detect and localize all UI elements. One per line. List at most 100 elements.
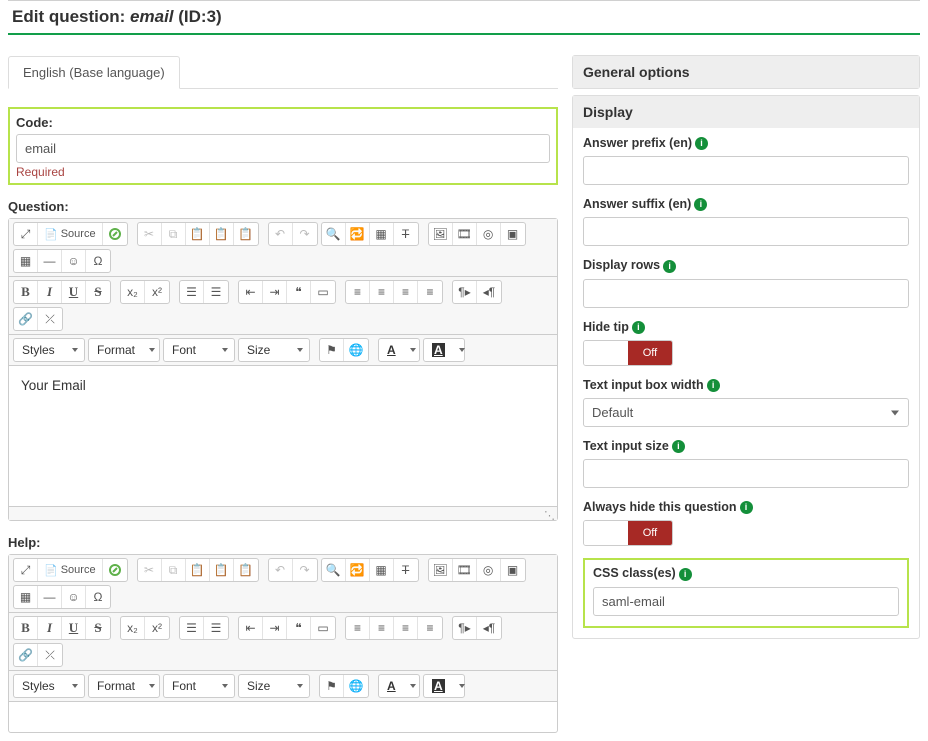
panel-head-general[interactable]: General options	[573, 56, 919, 88]
table-icon[interactable]: ▦	[14, 586, 38, 608]
blockquote-icon[interactable]: ❝	[287, 617, 311, 639]
outdent-icon[interactable]: ⇤	[239, 617, 263, 639]
unlink-icon[interactable]: ⤫	[38, 644, 62, 666]
code-input[interactable]	[16, 134, 550, 163]
blockquote-icon[interactable]: ❝	[287, 281, 311, 303]
bullist-icon[interactable]: ☰	[204, 617, 228, 639]
paste-icon[interactable]: 📋	[186, 223, 210, 245]
indent-icon[interactable]: ⇥	[263, 617, 287, 639]
undo-icon[interactable]: ↶	[269, 559, 293, 581]
outdent-icon[interactable]: ⇤	[239, 281, 263, 303]
paste-word-icon[interactable]: 📋	[234, 223, 258, 245]
video-icon[interactable]: 🎞	[453, 223, 477, 245]
css-class-input[interactable]	[593, 587, 899, 616]
bold-icon[interactable]: B	[14, 281, 38, 303]
source-button[interactable]: 📄Source	[38, 559, 103, 581]
replace-icon[interactable]: 🔁	[346, 223, 370, 245]
undo-icon[interactable]: ↶	[269, 223, 293, 245]
panel-head-display[interactable]: Display	[573, 96, 919, 128]
maximize-icon[interactable]: ⤢	[14, 559, 38, 581]
paste-text-icon[interactable]: 📋	[210, 559, 234, 581]
size-dropdown[interactable]: Size	[238, 338, 310, 362]
paste-icon[interactable]: 📋	[186, 559, 210, 581]
copy-icon[interactable]: ⧉	[162, 559, 186, 581]
removeformat-icon[interactable]: T	[394, 223, 418, 245]
redo-icon[interactable]: ↷	[293, 559, 317, 581]
align-left-icon[interactable]: ≡	[346, 617, 370, 639]
table-icon[interactable]: ▦	[14, 250, 38, 272]
copy-icon[interactable]: ⧉	[162, 223, 186, 245]
replace-icon[interactable]: 🔁	[346, 559, 370, 581]
cut-icon[interactable]: ✂	[138, 223, 162, 245]
align-left-icon[interactable]: ≡	[346, 281, 370, 303]
indent-icon[interactable]: ⇥	[263, 281, 287, 303]
strike-icon[interactable]: S	[86, 617, 110, 639]
removeformat-icon[interactable]: T	[394, 559, 418, 581]
embed-icon[interactable]: ◎	[477, 223, 501, 245]
align-justify-icon[interactable]: ≡	[418, 281, 442, 303]
info-icon[interactable]: i	[679, 568, 692, 581]
specialchar-icon[interactable]: Ω	[86, 250, 110, 272]
paste-text-icon[interactable]: 📋	[210, 223, 234, 245]
bgcolor-dropdown[interactable]: A	[423, 338, 465, 362]
strike-icon[interactable]: S	[86, 281, 110, 303]
superscript-icon[interactable]: x²	[145, 617, 169, 639]
hide-tip-toggle[interactable]: Off	[583, 340, 673, 366]
image-icon[interactable]: 🖼	[429, 559, 453, 581]
globe-icon[interactable]: 🌐	[344, 339, 368, 361]
cut-icon[interactable]: ✂	[138, 559, 162, 581]
format-dropdown[interactable]: Format	[88, 674, 160, 698]
font-dropdown[interactable]: Font	[163, 338, 235, 362]
link-icon[interactable]: 🔗	[14, 308, 38, 330]
answer-prefix-input[interactable]	[583, 156, 909, 185]
bgcolor-dropdown[interactable]: A	[423, 674, 465, 698]
globe-icon[interactable]: 🌐	[344, 675, 368, 697]
div-icon[interactable]: ▭	[311, 617, 335, 639]
numlist-icon[interactable]: ☰	[180, 617, 204, 639]
embed-icon[interactable]: ◎	[477, 559, 501, 581]
selectall-icon[interactable]: ▦	[370, 559, 394, 581]
lime-icon[interactable]	[103, 223, 127, 245]
toggle-off[interactable]: Off	[628, 521, 672, 545]
paste-word-icon[interactable]: 📋	[234, 559, 258, 581]
find-icon[interactable]: 🔍	[322, 223, 346, 245]
text-input-width-select[interactable]: Default	[583, 398, 909, 427]
flag-icon[interactable]: ⚑	[320, 675, 344, 697]
superscript-icon[interactable]: x²	[145, 281, 169, 303]
info-icon[interactable]: i	[740, 501, 753, 514]
subscript-icon[interactable]: x₂	[121, 617, 145, 639]
align-center-icon[interactable]: ≡	[370, 281, 394, 303]
iframe-icon[interactable]: ▣	[501, 559, 525, 581]
lime-icon[interactable]	[103, 559, 127, 581]
redo-icon[interactable]: ↷	[293, 223, 317, 245]
rtl-icon[interactable]: ◂¶	[477, 281, 501, 303]
selectall-icon[interactable]: ▦	[370, 223, 394, 245]
styles-dropdown[interactable]: Styles	[13, 674, 85, 698]
info-icon[interactable]: i	[632, 321, 645, 334]
hr-icon[interactable]: —	[38, 250, 62, 272]
answer-suffix-input[interactable]	[583, 217, 909, 246]
textcolor-dropdown[interactable]: A	[378, 338, 420, 362]
iframe-icon[interactable]: ▣	[501, 223, 525, 245]
textcolor-dropdown[interactable]: A	[378, 674, 420, 698]
unlink-icon[interactable]: ⤫	[38, 308, 62, 330]
specialchar-icon[interactable]: Ω	[86, 586, 110, 608]
underline-icon[interactable]: U	[62, 281, 86, 303]
toggle-off[interactable]: Off	[628, 341, 672, 365]
font-dropdown[interactable]: Font	[163, 674, 235, 698]
editor-resize-handle[interactable]	[9, 506, 557, 520]
question-body[interactable]: Your Email	[9, 366, 557, 506]
video-icon[interactable]: 🎞	[453, 559, 477, 581]
image-icon[interactable]: 🖼	[429, 223, 453, 245]
numlist-icon[interactable]: ☰	[180, 281, 204, 303]
info-icon[interactable]: i	[663, 260, 676, 273]
link-icon[interactable]: 🔗	[14, 644, 38, 666]
help-body[interactable]	[9, 702, 557, 732]
bold-icon[interactable]: B	[14, 617, 38, 639]
info-icon[interactable]: i	[672, 440, 685, 453]
always-hide-toggle[interactable]: Off	[583, 520, 673, 546]
italic-icon[interactable]: I	[38, 281, 62, 303]
info-icon[interactable]: i	[694, 198, 707, 211]
display-rows-input[interactable]	[583, 279, 909, 308]
styles-dropdown[interactable]: Styles	[13, 338, 85, 362]
